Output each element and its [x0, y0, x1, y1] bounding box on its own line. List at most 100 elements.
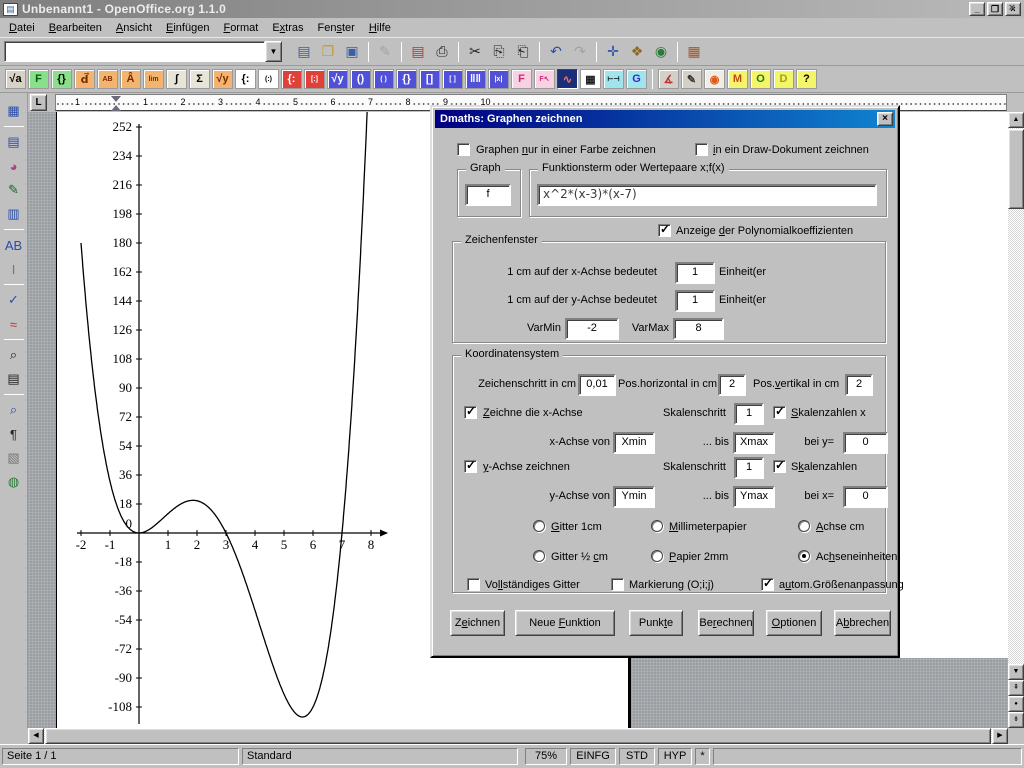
angle-a-icon[interactable]: Â — [120, 69, 141, 89]
y-bis-field[interactable]: Ymax — [733, 486, 775, 508]
scroll-left-icon[interactable]: ◀ — [28, 728, 44, 744]
varmax-field[interactable]: 8 — [673, 318, 724, 340]
gitter-1cm-radio[interactable] — [533, 520, 545, 532]
autotext-icon[interactable]: AB — [3, 234, 25, 256]
dialog-title-bar[interactable]: Dmaths: Graphen zeichnen × — [435, 110, 895, 128]
y-scale-field[interactable]: 1 — [675, 290, 715, 312]
graph-name-field[interactable]: f — [465, 184, 511, 206]
menu-datei[interactable]: Datei — [2, 20, 42, 36]
options-o-icon[interactable]: O — [750, 69, 771, 89]
previous-page-icon[interactable]: ⇞ — [1008, 680, 1024, 696]
url-dropdown-icon[interactable]: ▼ — [265, 41, 282, 62]
zoom-icon[interactable]: ⌕ — [3, 399, 25, 421]
hyperlink-icon[interactable]: ◉ — [650, 41, 672, 63]
draw-functions-icon[interactable]: ✎ — [3, 179, 25, 201]
navigation-icon[interactable]: ● — [1008, 696, 1024, 712]
pos-vertikal-field[interactable]: 2 — [845, 374, 873, 396]
hyperlink-mode-status[interactable]: HYP — [658, 748, 692, 765]
draw-y-axis-checkbox[interactable] — [464, 460, 477, 473]
abs-x-icon[interactable]: |x| — [488, 69, 509, 89]
abbrechen-button[interactable]: Abbrechen — [834, 610, 891, 636]
function-term-field[interactable]: x^2*(x-3)*(x-7) — [537, 184, 877, 206]
auto-spellcheck-icon[interactable]: ≈ — [3, 313, 25, 335]
bei-y-field[interactable]: 0 — [843, 432, 888, 454]
indent-marker[interactable] — [111, 96, 122, 111]
dialog-close-icon[interactable]: × — [877, 112, 893, 126]
bei-x-field[interactable]: 0 — [843, 486, 888, 508]
limit-icon[interactable]: lim — [143, 69, 164, 89]
varmin-field[interactable]: -2 — [565, 318, 619, 340]
menu-fenster[interactable]: Fenster — [311, 20, 362, 36]
optionen-button[interactable]: Optionen — [766, 610, 822, 636]
pos-horizontal-field[interactable]: 2 — [718, 374, 746, 396]
scroll-right-icon[interactable]: ▶ — [992, 728, 1008, 744]
stylist-icon[interactable]: ❖ — [626, 41, 648, 63]
insert-table-icon[interactable]: ▦ — [3, 100, 25, 122]
selection-mode-status[interactable]: STD — [619, 748, 655, 765]
draw-graph-icon[interactable]: ∿ — [557, 69, 578, 89]
edit-formula-icon[interactable]: ✎ — [681, 69, 702, 89]
print-file-icon[interactable]: ⎙ — [431, 41, 453, 63]
neue-funktion-button[interactable]: Neue Funktion — [515, 610, 615, 636]
x-scale-field[interactable]: 1 — [675, 262, 715, 284]
draw-document-checkbox[interactable] — [695, 143, 708, 156]
norm-icon[interactable]: ‖‖ — [465, 69, 486, 89]
document-close-icon[interactable]: × — [1004, 2, 1020, 16]
menu-ansicht[interactable]: Ansicht — [109, 20, 159, 36]
function-f-icon[interactable]: F — [28, 69, 49, 89]
geometry-g-icon[interactable]: G — [626, 69, 647, 89]
skalenschritt-x-field[interactable]: 1 — [734, 403, 764, 425]
achseneinheiten-radio[interactable] — [798, 550, 810, 562]
autosize-checkbox[interactable] — [761, 578, 774, 591]
paste-icon[interactable]: ⎗ — [512, 41, 534, 63]
direct-cursor-icon[interactable]: I — [3, 258, 25, 280]
menu-extras[interactable]: Extras — [265, 20, 310, 36]
brace-colon-icon[interactable]: {: — [235, 69, 256, 89]
vollgitter-checkbox[interactable] — [467, 578, 480, 591]
dmaths-logo-icon[interactable]: ◉ — [704, 69, 725, 89]
single-color-checkbox[interactable] — [457, 143, 470, 156]
insert-section-icon[interactable]: ▤ — [3, 131, 25, 153]
menu-format[interactable]: Format — [216, 20, 265, 36]
sum-icon[interactable]: Σ — [189, 69, 210, 89]
find-replace-icon[interactable]: ⌕ — [3, 344, 25, 366]
polynomial-coefficients-checkbox[interactable] — [658, 224, 671, 237]
dmaths-d-icon[interactable]: D — [773, 69, 794, 89]
vertical-scroll-thumb[interactable] — [1008, 129, 1024, 209]
menu-einfuegen[interactable]: Einfügen — [159, 20, 216, 36]
draw-x-axis-checkbox[interactable] — [464, 406, 477, 419]
insert-form-icon[interactable]: ▥ — [3, 203, 25, 225]
horizontal-scroll-thumb[interactable] — [45, 728, 991, 744]
achse-cm-radio[interactable] — [798, 520, 810, 532]
skalenzahlen-y-checkbox[interactable] — [773, 460, 786, 473]
minimize-button[interactable]: _ — [969, 2, 985, 16]
measure-icon[interactable]: ⊢⊣ — [603, 69, 624, 89]
export-pdf-icon[interactable]: ▤ — [407, 41, 429, 63]
menu-hilfe[interactable]: Hilfe — [362, 20, 398, 36]
navigator-icon[interactable]: ✛ — [602, 41, 624, 63]
zeichnen-button[interactable]: Zeichnen — [450, 610, 505, 636]
brace-colon-red-icon[interactable]: {: — [281, 69, 302, 89]
markierung-checkbox[interactable] — [611, 578, 624, 591]
insert-object-icon[interactable]: ◕ — [3, 155, 25, 177]
braces-green-icon[interactable]: {} — [51, 69, 72, 89]
skalenzahlen-x-checkbox[interactable] — [773, 406, 786, 419]
redo-icon[interactable]: ↷ — [569, 41, 591, 63]
gitter-half-cm-radio[interactable] — [533, 550, 545, 562]
gallery-icon[interactable]: ▦ — [683, 41, 705, 63]
paren-colon-icon[interactable]: (:) — [258, 69, 279, 89]
sqrt-a-icon[interactable]: √a — [5, 69, 26, 89]
next-page-icon[interactable]: ⇟ — [1008, 712, 1024, 728]
undo-icon[interactable]: ↶ — [545, 41, 567, 63]
bracket-colon-red-icon[interactable]: [:] — [304, 69, 325, 89]
x-bis-field[interactable]: Xmax — [733, 432, 775, 454]
cut-icon[interactable]: ✂ — [464, 41, 486, 63]
insert-mode-status[interactable]: EINFG — [570, 748, 616, 765]
formula-edit-pink-icon[interactable]: F↖ — [534, 69, 555, 89]
grid-icon[interactable]: ▦ — [580, 69, 601, 89]
brackets-2-icon[interactable]: [ ] — [442, 69, 463, 89]
tab-stop-selector[interactable]: L — [30, 94, 47, 111]
edit-file-icon[interactable]: ✎ — [374, 41, 396, 63]
segment-ab-icon[interactable]: AB — [97, 69, 118, 89]
parens-1-icon[interactable]: () — [350, 69, 371, 89]
